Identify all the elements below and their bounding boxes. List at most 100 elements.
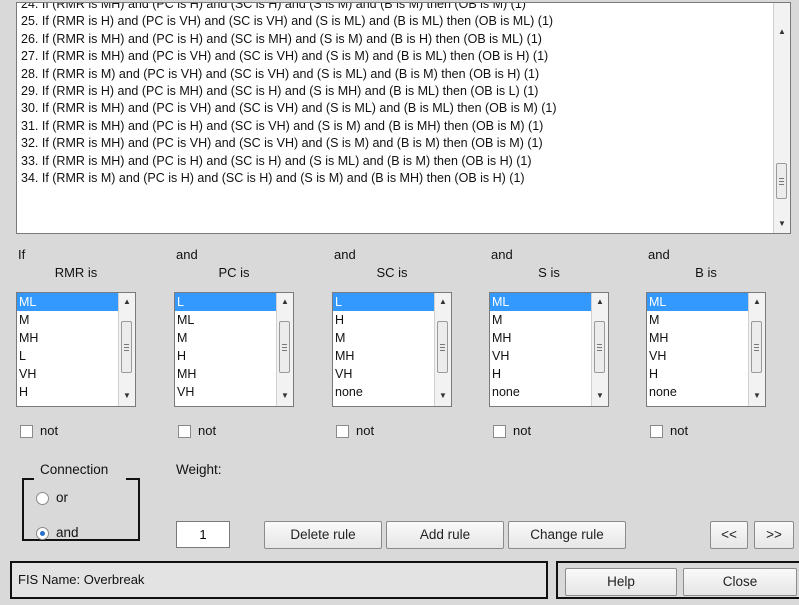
not-label: not	[40, 423, 59, 438]
listbox-option[interactable]: M	[647, 311, 749, 329]
previous-button[interactable]: <<	[710, 521, 748, 549]
listbox-scrollbar[interactable]: ▲ ▼	[276, 293, 293, 406]
rule-line[interactable]: 29. If (RMR is H) and (PC is MH) and (SC…	[21, 83, 772, 100]
variable-label: RMR is	[54, 265, 98, 280]
not-checkbox[interactable]	[336, 425, 349, 438]
change-rule-button[interactable]: Change rule	[508, 521, 626, 549]
listbox-option[interactable]: H	[175, 347, 277, 365]
not-label: not	[198, 423, 217, 438]
weight-input[interactable]	[176, 521, 230, 548]
listbox-option[interactable]: ML	[17, 293, 119, 311]
listbox-option[interactable]: VH	[490, 347, 592, 365]
variable-label: B is	[695, 265, 717, 280]
listbox-option[interactable]: M	[17, 311, 119, 329]
radio-and[interactable]	[36, 527, 49, 540]
listbox-option[interactable]: H	[17, 383, 119, 401]
scroll-down-arrow-icon[interactable]: ▼	[435, 387, 451, 405]
not-checkbox[interactable]	[20, 425, 33, 438]
rule-line[interactable]: 33. If (RMR is MH) and (PC is H) and (SC…	[21, 153, 772, 170]
not-checkbox[interactable]	[178, 425, 191, 438]
listbox-option[interactable]: H	[490, 365, 592, 383]
next-button[interactable]: >>	[754, 521, 794, 549]
radio-or-label: or	[56, 490, 69, 505]
close-button[interactable]: Close	[683, 568, 797, 596]
listbox-scroll-thumb[interactable]	[594, 321, 605, 373]
membership-listbox[interactable]: L ML M H MH VH ▲ ▼	[174, 292, 294, 407]
rules-scroll-thumb[interactable]	[776, 163, 787, 199]
listbox-option[interactable]: VH	[175, 383, 277, 401]
listbox-option[interactable]: none	[647, 383, 749, 401]
scroll-up-arrow-icon[interactable]: ▲	[592, 293, 608, 311]
scroll-down-arrow-icon[interactable]: ▼	[277, 387, 293, 405]
listbox-option[interactable]: L	[175, 293, 277, 311]
help-button[interactable]: Help	[565, 568, 677, 596]
not-checkbox[interactable]	[650, 425, 663, 438]
fis-name-text: FIS Name: Overbreak	[18, 572, 145, 587]
rules-list[interactable]: 24. If (RMR is MH) and (PC is H) and (SC…	[16, 2, 791, 234]
listbox-scrollbar[interactable]: ▲ ▼	[434, 293, 451, 406]
rule-line[interactable]: 28. If (RMR is M) and (PC is VH) and (SC…	[21, 66, 772, 83]
rules-scrollbar[interactable]: ▲ ▼	[773, 3, 790, 233]
listbox-option[interactable]: L	[333, 293, 435, 311]
listbox-scroll-thumb[interactable]	[751, 321, 762, 373]
listbox-option[interactable]: MH	[490, 329, 592, 347]
listbox-option[interactable]: VH	[647, 347, 749, 365]
listbox-option[interactable]: MH	[647, 329, 749, 347]
scroll-down-arrow-icon[interactable]: ▼	[592, 387, 608, 405]
listbox-option[interactable]: M	[490, 311, 592, 329]
listbox-scroll-thumb[interactable]	[437, 321, 448, 373]
rule-line[interactable]: 25. If (RMR is H) and (PC is VH) and (SC…	[21, 13, 772, 30]
scroll-up-arrow-icon[interactable]: ▲	[119, 293, 135, 311]
rule-line[interactable]: 24. If (RMR is MH) and (PC is H) and (SC…	[21, 3, 772, 13]
connector-label: and	[491, 247, 513, 262]
listbox-scroll-thumb[interactable]	[279, 321, 290, 373]
rule-line[interactable]: 34. If (RMR is M) and (PC is H) and (SC …	[21, 170, 772, 187]
listbox-option[interactable]: VH	[17, 365, 119, 383]
listbox-option[interactable]: none	[490, 383, 592, 401]
radio-or[interactable]	[36, 492, 49, 505]
variable-label: SC is	[376, 265, 408, 280]
listbox-option[interactable]: MH	[175, 365, 277, 383]
listbox-option[interactable]: H	[333, 311, 435, 329]
scroll-down-arrow-icon[interactable]: ▼	[749, 387, 765, 405]
scroll-up-arrow-icon[interactable]: ▲	[774, 23, 790, 41]
listbox-option[interactable]: M	[175, 329, 277, 347]
rule-line[interactable]: 26. If (RMR is MH) and (PC is H) and (SC…	[21, 31, 772, 48]
membership-listbox[interactable]: ML M MH L VH H ▲ ▼	[16, 292, 136, 407]
listbox-option[interactable]: ML	[175, 311, 277, 329]
scroll-up-arrow-icon[interactable]: ▲	[277, 293, 293, 311]
scroll-up-arrow-icon[interactable]: ▲	[435, 293, 451, 311]
scroll-down-arrow-icon[interactable]: ▼	[119, 387, 135, 405]
listbox-scrollbar[interactable]: ▲ ▼	[118, 293, 135, 406]
listbox-scrollbar[interactable]: ▲ ▼	[748, 293, 765, 406]
listbox-option[interactable]: VH	[333, 365, 435, 383]
listbox-option[interactable]: MH	[333, 347, 435, 365]
not-label: not	[356, 423, 375, 438]
scroll-up-arrow-icon[interactable]: ▲	[749, 293, 765, 311]
weight-label: Weight:	[176, 462, 222, 477]
listbox-option[interactable]: H	[647, 365, 749, 383]
rule-line[interactable]: 30. If (RMR is MH) and (PC is VH) and (S…	[21, 100, 772, 117]
listbox-option[interactable]: none	[333, 383, 435, 401]
not-label: not	[513, 423, 532, 438]
add-rule-button[interactable]: Add rule	[386, 521, 504, 549]
listbox-option[interactable]: ML	[647, 293, 749, 311]
connector-label: and	[334, 247, 356, 262]
rule-line[interactable]: 32. If (RMR is MH) and (PC is VH) and (S…	[21, 135, 772, 152]
listbox-scrollbar[interactable]: ▲ ▼	[591, 293, 608, 406]
listbox-option[interactable]: ML	[490, 293, 592, 311]
listbox-scroll-thumb[interactable]	[121, 321, 132, 373]
listbox-option[interactable]: MH	[17, 329, 119, 347]
listbox-option[interactable]: M	[333, 329, 435, 347]
rule-line[interactable]: 27. If (RMR is MH) and (PC is VH) and (S…	[21, 48, 772, 65]
listbox-option[interactable]: L	[17, 347, 119, 365]
scroll-down-arrow-icon[interactable]: ▼	[774, 215, 790, 233]
membership-listbox[interactable]: L H M MH VH none ▲ ▼	[332, 292, 452, 407]
rule-line[interactable]: 31. If (RMR is MH) and (PC is H) and (SC…	[21, 118, 772, 135]
status-bar: FIS Name: Overbreak	[10, 561, 548, 599]
membership-listbox[interactable]: ML M MH VH Hnone ▲ ▼	[646, 292, 766, 407]
delete-rule-button[interactable]: Delete rule	[264, 521, 382, 549]
variable-label: PC is	[218, 265, 250, 280]
not-checkbox[interactable]	[493, 425, 506, 438]
membership-listbox[interactable]: ML M MH VH Hnone ▲ ▼	[489, 292, 609, 407]
